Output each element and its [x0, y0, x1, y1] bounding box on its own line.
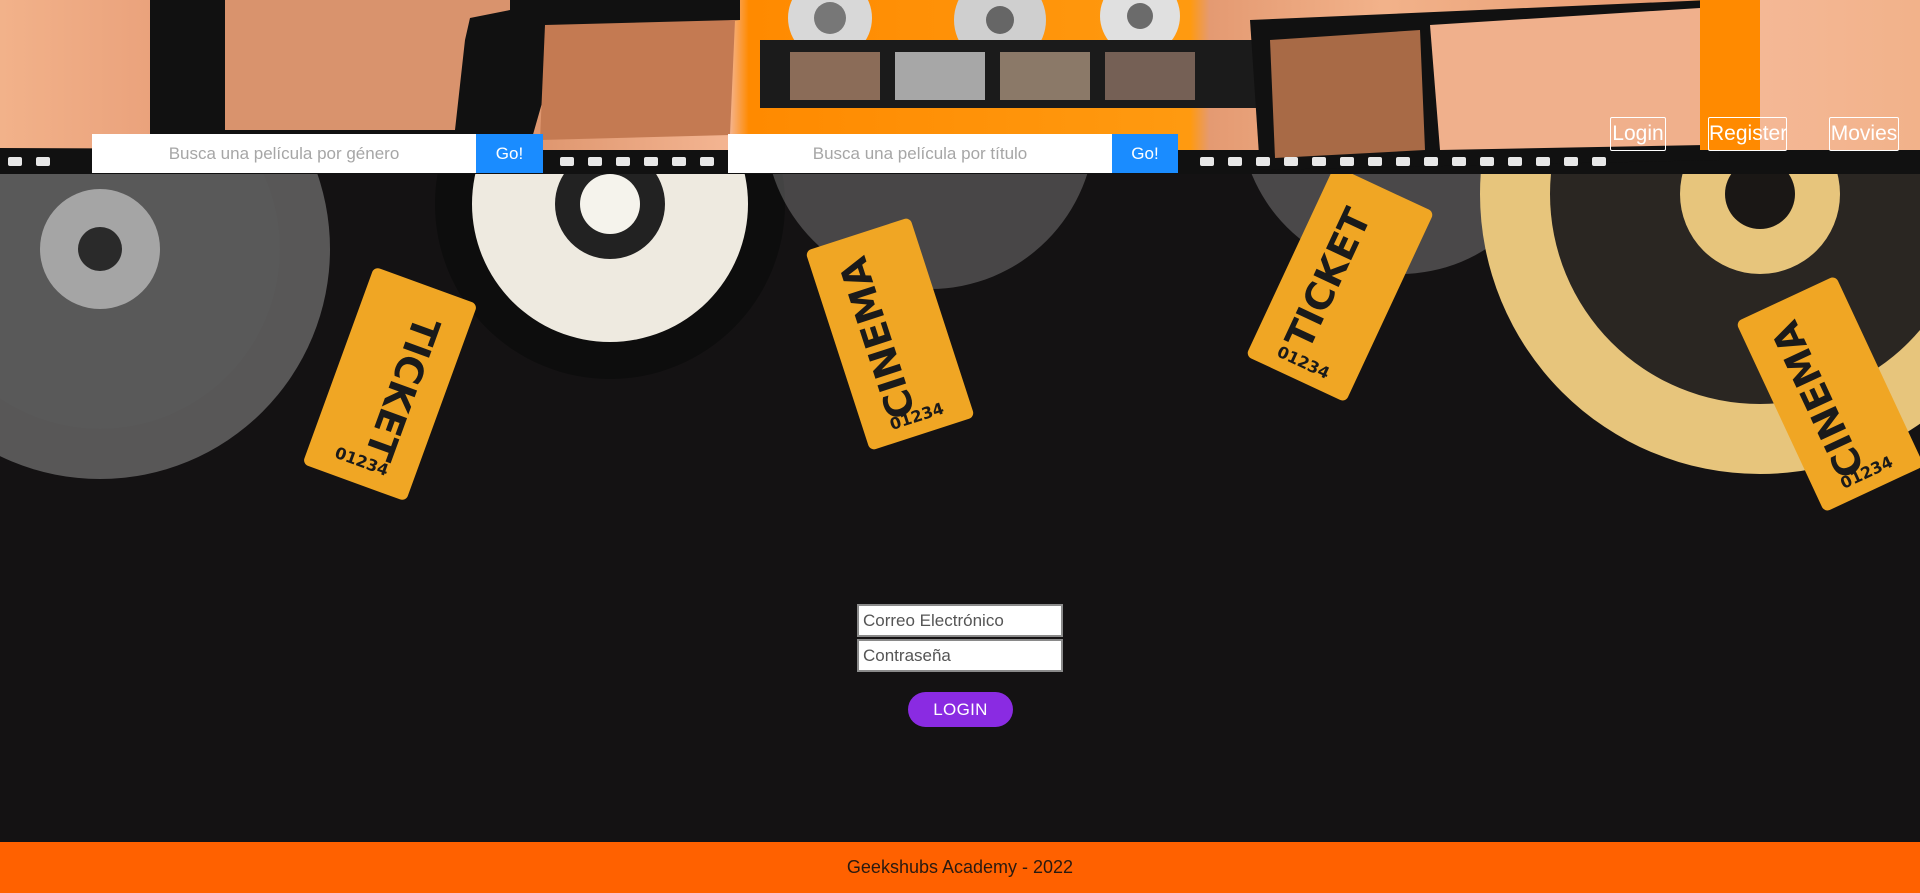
title-search-input[interactable] [728, 134, 1112, 173]
header-banner: Go! Go! Login Register Movies [0, 0, 1920, 174]
genre-search-group: Go! [92, 134, 543, 173]
password-field[interactable] [857, 639, 1063, 672]
genre-search-button[interactable]: Go! [476, 134, 543, 173]
nav-movies-link[interactable]: Movies [1829, 117, 1899, 151]
main-section: TICKET 01234 CINEMA 01234 TICKET 01234 C… [0, 174, 1920, 842]
title-search-button[interactable]: Go! [1112, 134, 1178, 173]
footer-text: Geekshubs Academy - 2022 [846, 857, 1074, 877]
nav-register-link[interactable]: Register [1708, 117, 1787, 151]
email-field[interactable] [857, 604, 1063, 637]
login-submit-button[interactable]: LOGIN [908, 692, 1013, 727]
footer: Geekshubs Academy - 2022 [0, 842, 1920, 893]
title-search-group: Go! [728, 134, 1178, 173]
nav-login-link[interactable]: Login [1610, 117, 1666, 151]
genre-search-input[interactable] [92, 134, 476, 173]
cinema-background-image: TICKET 01234 CINEMA 01234 TICKET 01234 C… [0, 174, 1920, 511]
